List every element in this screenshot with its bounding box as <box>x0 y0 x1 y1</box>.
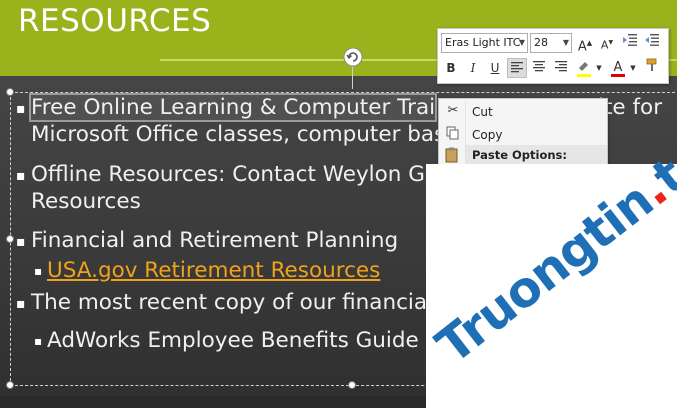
sub-bullet-marker: ▪ <box>34 334 43 348</box>
grow-font-button[interactable]: A▲ <box>575 33 595 55</box>
font-color-label: A <box>613 60 623 75</box>
menu-item-cut[interactable]: ✂ Cut <box>439 101 607 123</box>
chevron-down-icon[interactable]: ▼ <box>519 34 525 52</box>
italic-button[interactable]: I <box>463 58 483 78</box>
bullet-1-line-2: Microsoft Office classes, computer basic <box>31 122 464 147</box>
bullet-4-line-1: The most recent copy of our financial r <box>31 290 449 315</box>
context-menu: ✂ Cut Copy Paste Options: <box>438 98 608 166</box>
increase-indent-button[interactable] <box>642 33 662 53</box>
bullet-marker: ▪ <box>16 101 26 117</box>
bullet-2-line-1: Offline Resources: Contact Weylon Gle <box>31 162 445 187</box>
font-color-swatch <box>611 74 625 77</box>
resize-handle-bottom-left[interactable] <box>6 381 14 389</box>
slide-title[interactable]: RESOURCES <box>18 3 211 39</box>
bold-button[interactable]: B <box>441 58 461 78</box>
menu-item-cut-label: Cut <box>472 105 493 119</box>
bullet-4-sub: AdWorks Employee Benefits Guide <box>47 328 419 353</box>
chevron-down-icon[interactable]: ▼ <box>563 34 569 52</box>
bullet-marker: ▪ <box>16 234 26 250</box>
clipboard-icon <box>445 147 461 163</box>
selected-text-run[interactable]: Free Online Learning & Computer Trai <box>28 93 438 122</box>
resize-handle-top-left[interactable] <box>6 88 14 96</box>
rotate-icon <box>343 47 363 67</box>
grow-font-label: A <box>577 39 587 55</box>
scissors-icon: ✂ <box>447 103 459 118</box>
bullet-3-line-1: Financial and Retirement Planning <box>31 228 399 253</box>
paste-options-header: Paste Options: <box>466 145 607 165</box>
font-size-value: 28 <box>534 36 548 49</box>
menu-item-copy-label: Copy <box>472 128 503 142</box>
align-center-icon <box>533 61 545 72</box>
font-name-value: Eras Light ITC <box>445 36 521 49</box>
bullet-marker: ▪ <box>16 296 26 312</box>
mini-toolbar: Eras Light ITC ▼ 28 ▼ A▲ A▼ B I U ▼ A ▼ <box>437 28 669 84</box>
resize-handle-bottom-center[interactable] <box>348 381 356 389</box>
chevron-down-icon[interactable]: ▼ <box>594 58 604 78</box>
format-painter-button[interactable] <box>643 58 663 78</box>
align-left-button[interactable] <box>507 58 527 78</box>
shrink-font-button[interactable]: A▼ <box>597 33 617 53</box>
font-color-button[interactable]: A <box>608 58 628 78</box>
underline-button[interactable]: U <box>485 58 505 78</box>
chevron-down-icon[interactable]: ▼ <box>628 58 638 78</box>
paste-options-label: Paste Options: <box>472 148 568 162</box>
font-name-combo[interactable]: Eras Light ITC ▼ <box>441 33 528 53</box>
highlight-color-button[interactable] <box>574 58 594 78</box>
format-painter-icon <box>646 58 657 71</box>
align-right-button[interactable] <box>551 58 571 78</box>
highlight-color-swatch <box>577 74 591 77</box>
bullet-marker: ▪ <box>16 168 26 184</box>
resize-handle-middle-left[interactable] <box>6 235 14 243</box>
align-right-icon <box>555 61 567 72</box>
increase-indent-icon <box>645 34 659 46</box>
decrease-indent-button[interactable] <box>620 33 640 53</box>
bullet-2-line-2: Resources <box>31 189 141 214</box>
align-center-button[interactable] <box>529 58 549 78</box>
copy-icon <box>445 126 461 142</box>
bullet-1-line-1[interactable]: Free Online Learning & Computer Trai ite … <box>28 93 662 122</box>
rotate-handle[interactable] <box>343 47 363 67</box>
rotate-handle-stem <box>352 67 353 89</box>
align-left-icon <box>511 62 523 73</box>
retirement-resources-link[interactable]: USA.gov Retirement Resources <box>47 258 380 283</box>
decrease-indent-icon <box>623 34 637 46</box>
highlighter-icon <box>579 62 588 71</box>
menu-item-copy[interactable]: Copy <box>439 124 607 146</box>
sub-bullet-marker: ▪ <box>34 264 43 278</box>
font-size-combo[interactable]: 28 ▼ <box>530 33 572 53</box>
